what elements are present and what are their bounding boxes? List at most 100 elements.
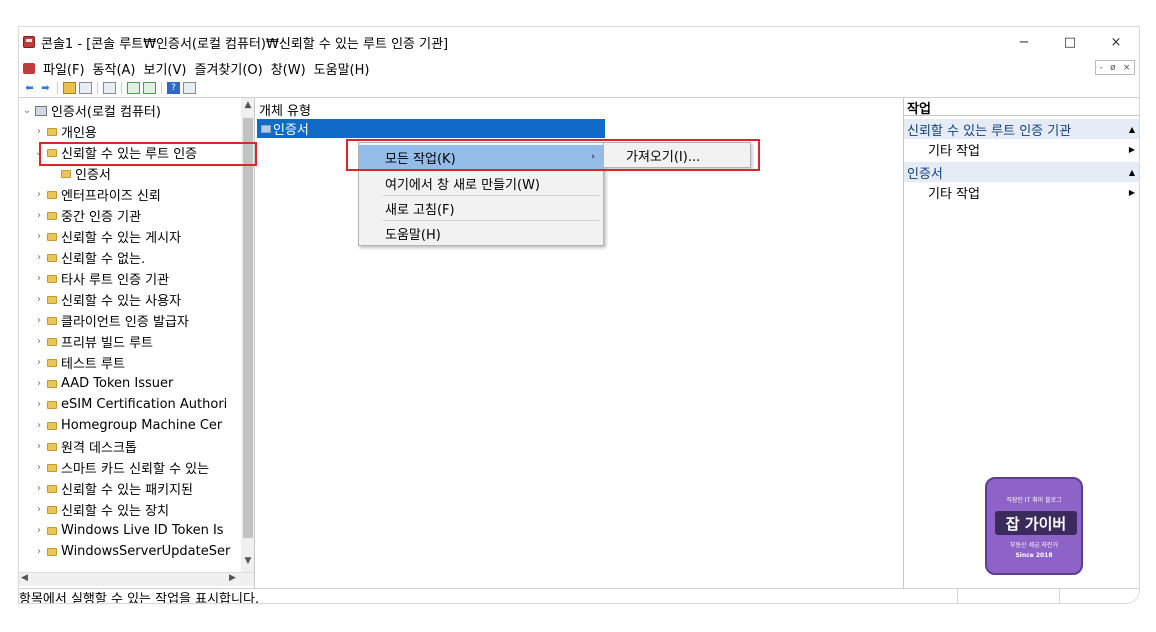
tree-item-trusted-devices[interactable]: › 신뢰할 수 있는 장치 xyxy=(19,499,241,520)
scroll-down-icon[interactable]: ▼ xyxy=(241,556,254,566)
column-header-object-type[interactable]: 개체 유형 xyxy=(259,100,311,119)
highlight-box-menu xyxy=(346,139,760,171)
action-group-title: 인증서 xyxy=(907,166,943,182)
menu-item-help[interactable]: 도움말(H) xyxy=(359,221,603,245)
collapse-chevron-icon[interactable]: › xyxy=(33,294,45,305)
tree-item-label: 테스트 루트 xyxy=(61,357,125,372)
forward-arrow-icon[interactable]: ➡ xyxy=(39,82,52,94)
collapse-chevron-icon[interactable]: › xyxy=(33,210,45,221)
tree-item-esim-ca[interactable]: › eSIM Certification Authori xyxy=(19,394,241,415)
minimize-button[interactable]: − xyxy=(1001,27,1047,57)
toolbar-separator xyxy=(121,82,122,94)
expand-chevron-icon[interactable]: ⌄ xyxy=(21,105,33,116)
properties-icon[interactable] xyxy=(183,82,196,94)
watermark-since-text: Since 2018 xyxy=(1015,552,1053,559)
list-item[interactable]: 인증서 xyxy=(257,119,605,138)
tree-horizontal-scrollbar[interactable]: ◀ ▶ xyxy=(19,572,254,586)
collapse-chevron-icon[interactable]: › xyxy=(33,525,45,536)
collapse-chevron-icon[interactable]: › xyxy=(33,189,45,200)
action-group-trusted-root[interactable]: 신뢰할 수 있는 루트 인증 기관 ▲ xyxy=(904,119,1139,139)
watermark-sub-text: 부동산 세금 자린거 xyxy=(1010,542,1058,549)
console-menu-icon[interactable] xyxy=(23,62,35,74)
folder-icon xyxy=(47,358,57,367)
clipboard-icon[interactable] xyxy=(103,82,116,94)
child-minimize-button[interactable]: - xyxy=(1100,63,1103,73)
close-button[interactable]: × xyxy=(1093,27,1139,57)
folder-icon xyxy=(47,232,57,241)
tree-item-homegroup[interactable]: › Homegroup Machine Cer xyxy=(19,415,241,436)
tree-item-aad-token-issuer[interactable]: › AAD Token Issuer xyxy=(19,373,241,394)
tree-item-trusted-people[interactable]: › 신뢰할 수 있는 사용자 xyxy=(19,289,241,310)
tree-root[interactable]: ⌄ 인증서(로컬 컴퓨터) xyxy=(19,100,241,121)
collapse-chevron-icon[interactable]: › xyxy=(33,126,45,137)
collapse-chevron-icon[interactable]: › xyxy=(33,378,45,389)
collapse-chevron-icon[interactable]: › xyxy=(33,504,45,515)
tree-item-intermediate-ca[interactable]: › 중간 인증 기관 xyxy=(19,205,241,226)
collapse-up-icon[interactable]: ▲ xyxy=(1129,168,1135,177)
tree-item-smart-card-trusted[interactable]: › 스마트 카드 신뢰할 수 있는 xyxy=(19,457,241,478)
tree-item-enterprise-trust[interactable]: › 엔터프라이즈 신뢰 xyxy=(19,184,241,205)
folder-icon xyxy=(47,274,57,283)
tree-item-trusted-packaged[interactable]: › 신뢰할 수 있는 패키지된 xyxy=(19,478,241,499)
collapse-chevron-icon[interactable]: › xyxy=(33,231,45,242)
maximize-button[interactable]: □ xyxy=(1047,27,1093,57)
menu-item-new-window[interactable]: 여기에서 창 새로 만들기(W) xyxy=(359,171,603,195)
scroll-thumb[interactable] xyxy=(243,118,253,538)
menu-action[interactable]: 동작(A) xyxy=(93,59,136,78)
action-item-label: 기타 작업 xyxy=(928,143,980,159)
show-hide-tree-icon[interactable] xyxy=(79,82,92,94)
collapse-chevron-icon[interactable]: › xyxy=(33,315,45,326)
menu-favorites[interactable]: 즐겨찾기(O) xyxy=(194,59,262,78)
action-more-actions[interactable]: 기타 작업 ▶ xyxy=(904,182,1139,202)
collapse-chevron-icon[interactable]: › xyxy=(33,546,45,557)
tree-item-trusted-publishers[interactable]: › 신뢰할 수 있는 게시자 xyxy=(19,226,241,247)
folder-icon xyxy=(47,127,57,136)
menu-window[interactable]: 창(W) xyxy=(271,59,306,78)
tree-item-wsus[interactable]: › WindowsServerUpdateSer xyxy=(19,541,241,562)
collapse-chevron-icon[interactable]: › xyxy=(33,336,45,347)
collapse-chevron-icon[interactable]: › xyxy=(33,252,45,263)
menu-help[interactable]: 도움말(H) xyxy=(314,59,370,78)
export-list-icon[interactable] xyxy=(143,82,156,94)
tree-vertical-scrollbar[interactable]: ▲ ▼ xyxy=(241,98,254,572)
tree-item-test-roots[interactable]: › 테스트 루트 xyxy=(19,352,241,373)
up-folder-icon[interactable] xyxy=(63,82,76,94)
scroll-up-icon[interactable]: ▲ xyxy=(241,100,254,110)
folder-icon xyxy=(47,295,57,304)
menu-item-label: 새로 고침(F) xyxy=(385,202,455,218)
refresh-icon[interactable] xyxy=(127,82,140,94)
action-more-actions[interactable]: 기타 작업 ▶ xyxy=(904,139,1139,159)
collapse-up-icon[interactable]: ▲ xyxy=(1129,125,1135,134)
collapse-chevron-icon[interactable]: › xyxy=(33,462,45,473)
menu-view[interactable]: 보기(V) xyxy=(144,59,187,78)
tree-item-certificates[interactable]: 인증서 xyxy=(19,163,241,184)
child-close-button[interactable]: × xyxy=(1123,63,1131,73)
tree-item-client-auth-issuers[interactable]: › 클라이언트 인증 발급자 xyxy=(19,310,241,331)
action-group-certificates[interactable]: 인증서 ▲ xyxy=(904,162,1139,182)
toolbar-separator xyxy=(57,82,58,94)
tree-item-remote-desktop[interactable]: › 원격 데스크톱 xyxy=(19,436,241,457)
help-icon[interactable]: ? xyxy=(167,82,180,94)
tree-item-preview-build-roots[interactable]: › 프리뷰 빌드 루트 xyxy=(19,331,241,352)
tree-item-windows-live-id[interactable]: › Windows Live ID Token Is xyxy=(19,520,241,541)
menu-file[interactable]: 파일(F) xyxy=(43,59,85,78)
back-arrow-icon[interactable]: ⬅ xyxy=(23,82,36,94)
tree-item-untrusted[interactable]: › 신뢰할 수 없는. xyxy=(19,247,241,268)
action-item-label: 기타 작업 xyxy=(928,186,980,202)
menu-item-refresh[interactable]: 새로 고침(F) xyxy=(359,196,603,220)
tree-item-label: 신뢰할 수 있는 사용자 xyxy=(61,294,182,309)
tree-item-personal[interactable]: › 개인용 xyxy=(19,121,241,142)
collapse-chevron-icon[interactable]: › xyxy=(33,399,45,410)
collapse-chevron-icon[interactable]: › xyxy=(33,483,45,494)
scroll-right-icon[interactable]: ▶ xyxy=(229,573,236,583)
tree-item-label: WindowsServerUpdateSer xyxy=(61,544,231,559)
collapse-chevron-icon[interactable]: › xyxy=(33,420,45,431)
tree-item-label: 프리뷰 빌드 루트 xyxy=(61,336,153,351)
collapse-chevron-icon[interactable]: › xyxy=(33,273,45,284)
scroll-left-icon[interactable]: ◀ xyxy=(21,573,28,583)
child-restore-button[interactable]: ø xyxy=(1110,63,1116,73)
mmc-app-icon xyxy=(23,36,35,48)
collapse-chevron-icon[interactable]: › xyxy=(33,441,45,452)
tree-item-third-party-root[interactable]: › 타사 루트 인증 기관 xyxy=(19,268,241,289)
collapse-chevron-icon[interactable]: › xyxy=(33,357,45,368)
